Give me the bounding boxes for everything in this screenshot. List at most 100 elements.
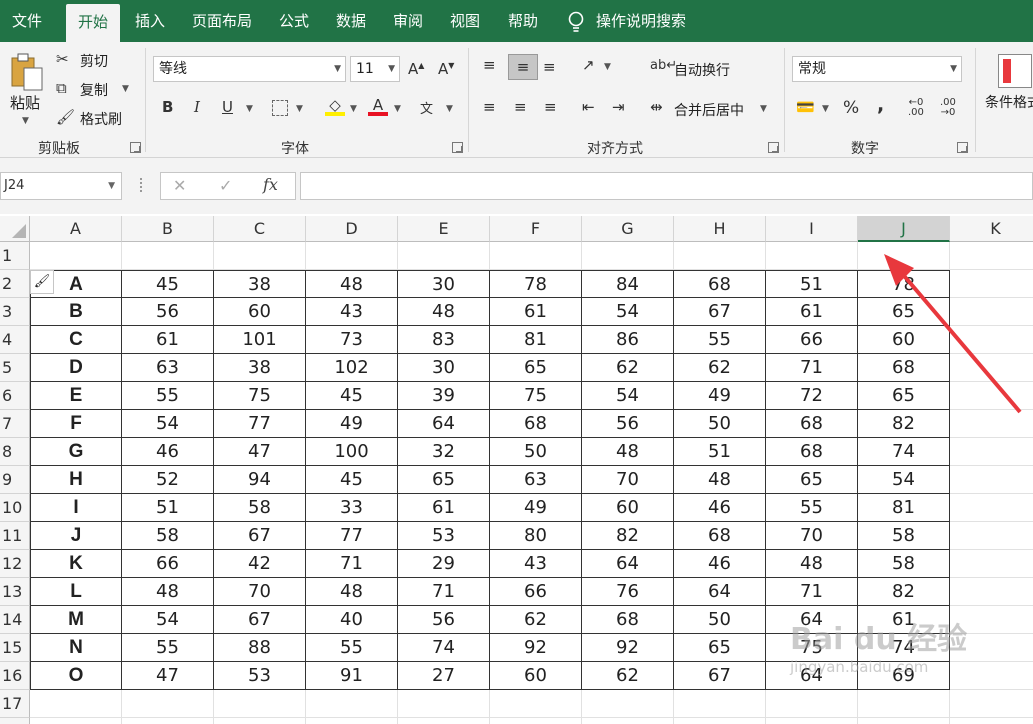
data-cell[interactable]: 64 xyxy=(582,550,674,578)
data-cell[interactable]: 58 xyxy=(858,522,950,550)
empty-cell[interactable] xyxy=(858,690,950,718)
data-cell[interactable]: 51 xyxy=(122,494,214,522)
row-label-cell[interactable]: F xyxy=(30,410,122,438)
underline-dropdown-icon[interactable]: ▼ xyxy=(246,104,253,114)
data-cell[interactable]: 71 xyxy=(766,354,858,382)
bold-button[interactable]: B xyxy=(162,98,173,116)
data-cell[interactable]: 46 xyxy=(674,494,766,522)
cancel-icon[interactable]: ✕ xyxy=(173,176,186,195)
copy-button[interactable]: 复制 xyxy=(80,80,108,100)
quick-analysis-icon[interactable]: 🖌 xyxy=(30,270,54,294)
data-cell[interactable]: 75 xyxy=(214,382,306,410)
clipboard-launcher-icon[interactable] xyxy=(130,142,141,153)
data-cell[interactable]: 52 xyxy=(122,466,214,494)
align-top-icon[interactable]: ≡ xyxy=(483,56,496,74)
borders-icon[interactable] xyxy=(272,100,288,116)
paste-icon[interactable] xyxy=(10,52,44,92)
data-cell[interactable]: 76 xyxy=(582,578,674,606)
tab-home[interactable]: 开始 xyxy=(66,4,120,42)
column-header-i[interactable]: I xyxy=(766,216,858,242)
empty-cell[interactable] xyxy=(766,690,858,718)
empty-cell[interactable] xyxy=(950,578,1033,606)
increase-decimal-icon[interactable]: ←0.00 xyxy=(908,98,924,118)
font-size-select[interactable]: 11 ▼ xyxy=(350,56,400,82)
column-header-c[interactable]: C xyxy=(214,216,306,242)
row-label-cell[interactable]: G xyxy=(30,438,122,466)
empty-cell[interactable] xyxy=(674,718,766,724)
data-cell[interactable]: 53 xyxy=(214,662,306,690)
data-cell[interactable]: 30 xyxy=(398,354,490,382)
empty-cell[interactable] xyxy=(122,718,214,724)
empty-cell[interactable] xyxy=(306,242,398,270)
number-format-select[interactable]: 常规 ▼ xyxy=(792,56,962,82)
data-cell[interactable]: 58 xyxy=(858,550,950,578)
data-cell[interactable]: 72 xyxy=(766,382,858,410)
data-cell[interactable]: 33 xyxy=(306,494,398,522)
data-cell[interactable]: 56 xyxy=(398,606,490,634)
data-cell[interactable]: 82 xyxy=(858,578,950,606)
data-cell[interactable]: 67 xyxy=(674,298,766,326)
font-color-icon[interactable]: A xyxy=(368,96,388,116)
orientation-icon[interactable]: ↗ xyxy=(582,56,595,74)
data-cell[interactable]: 45 xyxy=(306,466,398,494)
empty-cell[interactable] xyxy=(582,242,674,270)
row-header-17[interactable]: 17 xyxy=(0,690,30,718)
column-header-h[interactable]: H xyxy=(674,216,766,242)
data-cell[interactable]: 43 xyxy=(490,550,582,578)
data-cell[interactable]: 65 xyxy=(766,466,858,494)
data-cell[interactable]: 43 xyxy=(306,298,398,326)
data-cell[interactable]: 51 xyxy=(674,438,766,466)
formula-input[interactable] xyxy=(300,172,1033,200)
empty-cell[interactable] xyxy=(950,550,1033,578)
empty-cell[interactable] xyxy=(30,718,122,724)
data-cell[interactable]: 48 xyxy=(306,270,398,298)
row-label-cell[interactable]: C xyxy=(30,326,122,354)
row-header-12[interactable]: 12 xyxy=(0,550,30,578)
data-cell[interactable]: 48 xyxy=(398,298,490,326)
italic-button[interactable]: I xyxy=(194,98,200,116)
merge-center-icon[interactable]: ⇹ xyxy=(650,98,663,116)
data-cell[interactable]: 101 xyxy=(214,326,306,354)
data-cell[interactable]: 68 xyxy=(582,606,674,634)
empty-cell[interactable] xyxy=(674,242,766,270)
splitter-handle[interactable] xyxy=(140,178,144,192)
data-cell[interactable]: 50 xyxy=(490,438,582,466)
row-header-13[interactable]: 13 xyxy=(0,578,30,606)
name-box[interactable]: J24 ▼ xyxy=(0,172,122,200)
data-cell[interactable]: 48 xyxy=(766,550,858,578)
percent-style-button[interactable]: % xyxy=(843,98,859,118)
row-label-cell[interactable]: D xyxy=(30,354,122,382)
data-cell[interactable]: 62 xyxy=(582,662,674,690)
data-cell[interactable]: 40 xyxy=(306,606,398,634)
align-bottom-icon[interactable]: ≡ xyxy=(543,58,556,76)
empty-cell[interactable] xyxy=(950,466,1033,494)
data-cell[interactable]: 64 xyxy=(674,578,766,606)
insert-function-icon[interactable]: fx xyxy=(263,175,278,194)
data-cell[interactable]: 55 xyxy=(122,382,214,410)
data-cell[interactable]: 62 xyxy=(674,354,766,382)
data-cell[interactable]: 55 xyxy=(306,634,398,662)
row-header-15[interactable]: 15 xyxy=(0,634,30,662)
increase-font-size-icon[interactable]: A▲ xyxy=(408,60,424,78)
empty-cell[interactable] xyxy=(490,718,582,724)
empty-cell[interactable] xyxy=(306,690,398,718)
empty-cell[interactable] xyxy=(950,522,1033,550)
data-cell[interactable]: 47 xyxy=(122,662,214,690)
data-cell[interactable]: 92 xyxy=(490,634,582,662)
row-header-1[interactable]: 1 xyxy=(0,242,30,270)
data-cell[interactable]: 54 xyxy=(582,298,674,326)
data-cell[interactable]: 100 xyxy=(306,438,398,466)
empty-cell[interactable] xyxy=(214,690,306,718)
accounting-format-icon[interactable]: 💳 xyxy=(796,98,815,116)
data-cell[interactable]: 68 xyxy=(674,270,766,298)
data-cell[interactable]: 49 xyxy=(306,410,398,438)
empty-cell[interactable] xyxy=(674,690,766,718)
empty-cell[interactable] xyxy=(122,242,214,270)
data-cell[interactable]: 91 xyxy=(306,662,398,690)
data-cell[interactable]: 68 xyxy=(674,522,766,550)
data-cell[interactable]: 61 xyxy=(766,298,858,326)
fill-color-dropdown-icon[interactable]: ▼ xyxy=(350,104,357,114)
cut-button[interactable]: 剪切 xyxy=(80,51,108,71)
row-header-5[interactable]: 5 xyxy=(0,354,30,382)
tab-review[interactable]: 审阅 xyxy=(382,0,434,42)
